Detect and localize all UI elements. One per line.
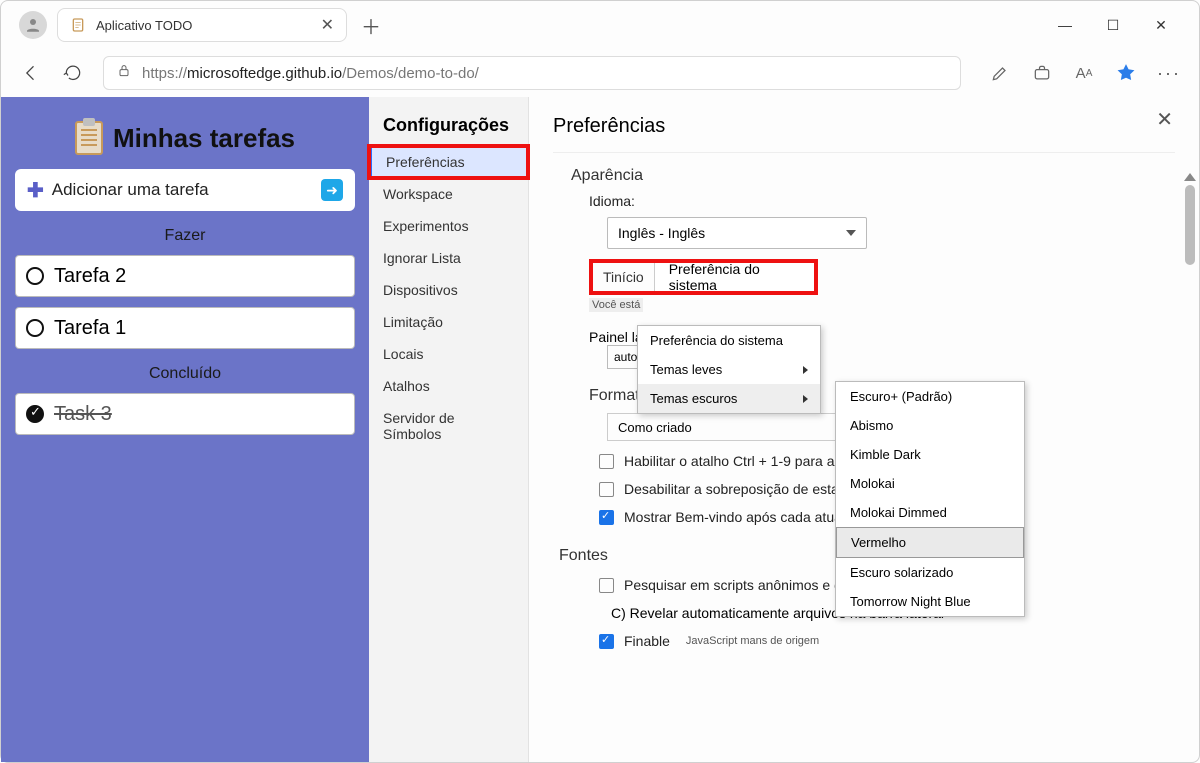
new-tab-button[interactable]: ＋ (361, 11, 381, 40)
language-select[interactable]: Inglês - Inglês (607, 217, 867, 249)
task-item[interactable]: Tarefa 1 (15, 307, 355, 349)
settings-item[interactable]: Locais (369, 338, 528, 370)
menu-item[interactable]: Preferência do sistema (638, 326, 820, 355)
scroll-thumb[interactable] (1185, 185, 1195, 265)
submenu-item[interactable]: Kimble Dark (836, 440, 1024, 469)
task-item[interactable]: Tarefa 2 (15, 255, 355, 297)
task-checkbox-checked[interactable] (26, 405, 44, 423)
plus-icon: ✚ (27, 178, 44, 203)
lock-icon (116, 63, 132, 84)
submenu-item[interactable]: Molokai Dimmed (836, 498, 1024, 527)
section-done-label: Concluído (15, 365, 355, 383)
add-task-placeholder: Adicionar uma tarefa (52, 180, 313, 200)
theme-note: Você está (589, 298, 643, 312)
submenu-item[interactable]: Molokai (836, 469, 1024, 498)
settings-item[interactable]: Experimentos (369, 210, 528, 242)
section-todo-label: Fazer (15, 227, 355, 245)
menu-item[interactable]: Temas leves (638, 355, 820, 384)
submenu-item[interactable]: Abismo (836, 411, 1024, 440)
refresh-button[interactable] (61, 61, 85, 85)
dark-themes-submenu[interactable]: Escuro+ (Padrão)AbismoKimble DarkMolokai… (835, 381, 1025, 617)
task-item-done[interactable]: Task 3 (15, 393, 355, 435)
clipboard-icon (75, 121, 103, 155)
settings-item[interactable]: Atalhos (369, 370, 528, 402)
text-size-icon[interactable]: AA (1073, 62, 1095, 84)
theme-select-highlighted[interactable]: Tinício Preferência do sistema (589, 259, 818, 295)
submenu-item[interactable]: Tomorrow Night Blue (836, 587, 1024, 616)
favorite-star-icon[interactable] (1115, 62, 1137, 84)
submenu-item[interactable]: Escuro solarizado (836, 558, 1024, 587)
window-close-button[interactable]: ✕ (1151, 17, 1171, 34)
checkbox-checked[interactable] (599, 510, 614, 525)
menu-item[interactable]: Temas escuros (638, 384, 820, 413)
scrollbar[interactable] (1183, 173, 1197, 753)
section-appearance: Aparência (571, 167, 1175, 185)
window-titlebar: Aplicativo TODO ✕ ＋ ― ☐ ✕ (1, 1, 1199, 49)
settings-item[interactable]: Limitação (369, 306, 528, 338)
address-bar-row: https://microsoftedge.github.io/Demos/de… (1, 49, 1199, 97)
caret-down-icon (846, 230, 856, 236)
language-label: Idioma: (589, 193, 1175, 209)
checkbox-checked[interactable] (599, 634, 614, 649)
color-format-select[interactable]: Como criado (607, 413, 857, 441)
browser-tab[interactable]: Aplicativo TODO ✕ (57, 8, 347, 42)
submenu-item[interactable]: Escuro+ (Padrão) (836, 382, 1024, 411)
settings-item[interactable]: Workspace (369, 178, 528, 210)
settings-item[interactable]: Preferências (369, 146, 528, 178)
submenu-item[interactable]: Vermelho (836, 527, 1024, 558)
checkbox-row[interactable]: FinableJavaScript mans de origem (599, 633, 1175, 649)
more-menu-icon[interactable]: ··· (1157, 63, 1181, 84)
submit-arrow-icon[interactable]: ➜ (321, 179, 343, 201)
settings-item[interactable]: Ignorar Lista (369, 242, 528, 274)
url-text: https://microsoftedge.github.io/Demos/de… (142, 65, 479, 82)
back-button[interactable] (19, 61, 43, 85)
edit-icon[interactable] (989, 62, 1011, 84)
profile-avatar[interactable] (19, 11, 47, 39)
settings-title: Configurações (369, 115, 528, 146)
add-task-input[interactable]: ✚ Adicionar uma tarefa ➜ (15, 169, 355, 211)
task-checkbox[interactable] (26, 319, 44, 337)
tab-title: Aplicativo TODO (96, 18, 311, 33)
close-panel-icon[interactable]: ✕ (1156, 107, 1173, 132)
scroll-up-icon[interactable] (1184, 173, 1196, 181)
page-icon (70, 17, 86, 33)
settings-sidebar: Configurações PreferênciasWorkspaceExper… (369, 97, 529, 762)
prefs-title: Preferências (553, 115, 1175, 153)
window-maximize-button[interactable]: ☐ (1103, 17, 1123, 34)
window-minimize-button[interactable]: ― (1055, 17, 1075, 34)
address-bar[interactable]: https://microsoftedge.github.io/Demos/de… (103, 56, 961, 90)
settings-item[interactable]: Dispositivos (369, 274, 528, 306)
checkbox[interactable] (599, 454, 614, 469)
checkbox[interactable] (599, 578, 614, 593)
briefcase-icon[interactable] (1031, 62, 1053, 84)
todo-app-panel: Minhas tarefas ✚ Adicionar uma tarefa ➜ … (1, 97, 369, 762)
todo-title: Minhas tarefas (113, 123, 295, 154)
task-checkbox[interactable] (26, 267, 44, 285)
checkbox[interactable] (599, 482, 614, 497)
settings-item[interactable]: Servidor de Símbolos (369, 402, 528, 450)
theme-dropdown-menu[interactable]: Preferência do sistemaTemas levesTemas e… (637, 325, 821, 414)
tab-close-icon[interactable]: ✕ (321, 15, 334, 35)
